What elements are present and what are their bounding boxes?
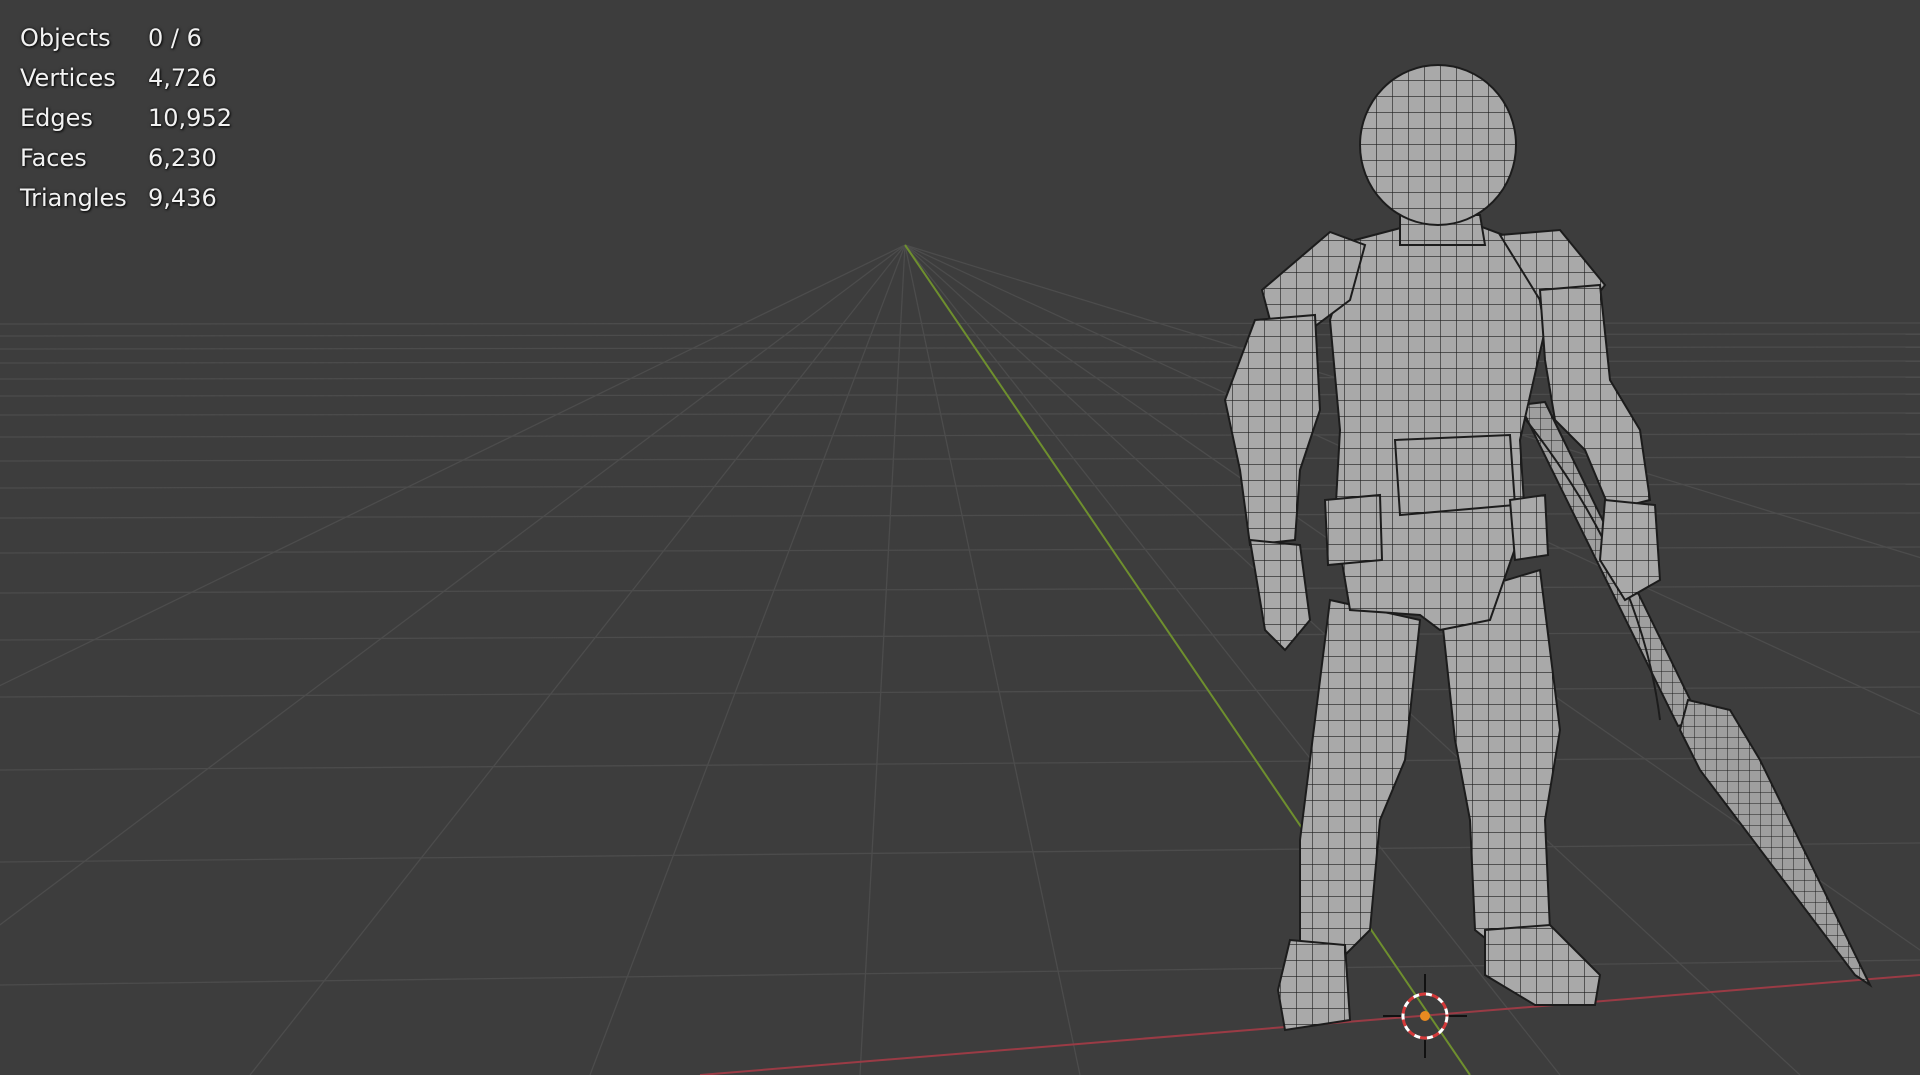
stat-label: Faces: [20, 144, 87, 172]
3d-viewport[interactable]: Objects 0 / 6 Vertices 4,726 Edges 10,95…: [0, 0, 1920, 1075]
stat-value: 4,726: [148, 64, 217, 92]
stat-value: 0 / 6: [148, 24, 202, 52]
stat-value: 6,230: [148, 144, 217, 172]
viewport-scene[interactable]: [0, 0, 1920, 1075]
floor-grid: [0, 244, 1920, 1075]
stat-triangles: Triangles 9,436: [20, 178, 232, 218]
stat-label: Triangles: [20, 184, 127, 212]
stat-edges: Edges 10,952: [20, 98, 232, 138]
stat-label: Edges: [20, 104, 93, 132]
stat-value: 10,952: [148, 104, 232, 132]
stat-faces: Faces 6,230: [20, 138, 232, 178]
stat-objects: Objects 0 / 6: [20, 18, 232, 58]
stat-label: Vertices: [20, 64, 116, 92]
scene-statistics-overlay: Objects 0 / 6 Vertices 4,726 Edges 10,95…: [20, 18, 232, 218]
3d-cursor-icon: [1383, 974, 1467, 1058]
stat-label: Objects: [20, 24, 111, 52]
stat-value: 9,436: [148, 184, 217, 212]
stat-vertices: Vertices 4,726: [20, 58, 232, 98]
